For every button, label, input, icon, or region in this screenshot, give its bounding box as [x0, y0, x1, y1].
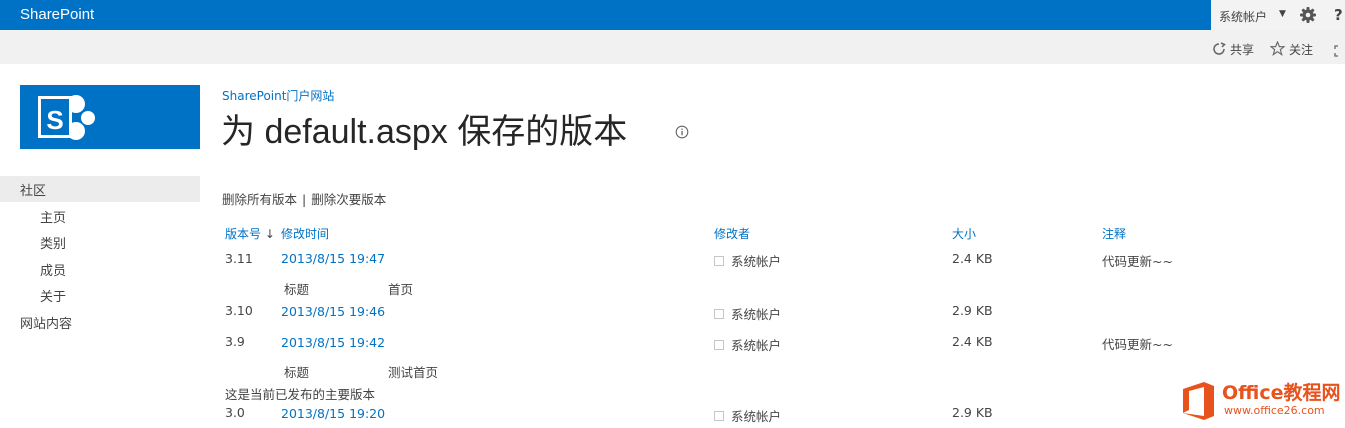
follow-button[interactable]: 关注 — [1270, 41, 1313, 58]
version-modified-link[interactable]: 2013/8/15 19:46 — [281, 304, 385, 319]
column-header-modified-by[interactable]: 修改者 — [714, 225, 750, 242]
presence-icon — [714, 411, 724, 421]
column-header-comments[interactable]: 注释 — [1102, 225, 1126, 242]
column-header-modified[interactable]: 修改时间 — [281, 225, 329, 242]
watermark-title: Office教程网 — [1222, 382, 1341, 404]
follow-label: 关注 — [1289, 43, 1314, 57]
svg-text:S: S — [46, 105, 63, 135]
modified-by-user[interactable]: 系统帐户 — [714, 406, 781, 425]
site-logo[interactable]: S — [20, 85, 200, 149]
changed-field-value: 测试首页 — [388, 365, 439, 380]
user-name: 系统帐户 — [731, 409, 782, 424]
nav-item-members[interactable]: 成员 — [40, 260, 66, 279]
ribbon: 共享 关注 — [0, 30, 1345, 64]
delete-minor-versions-link[interactable]: 删除次要版本 — [311, 192, 386, 207]
user-name: 系统帐户 — [731, 338, 782, 353]
watermark: Office教程网 www.office26.com — [1180, 376, 1345, 428]
nav-item-home[interactable]: 主页 — [40, 207, 66, 226]
version-actions: 删除所有版本 | 删除次要版本 — [222, 189, 386, 208]
star-icon — [1270, 41, 1285, 56]
modified-by-user[interactable]: 系统帐户 — [714, 304, 781, 323]
column-header-version[interactable]: 版本号 ↓ — [225, 225, 275, 242]
page-title: 为 default.aspx 保存的版本 — [221, 113, 628, 151]
presence-icon — [714, 340, 724, 350]
version-comment: 代码更新~~ — [1102, 254, 1173, 269]
user-name: 系统帐户 — [731, 307, 782, 322]
gear-icon[interactable] — [1299, 6, 1317, 28]
watermark-url: www.office26.com — [1224, 404, 1325, 417]
share-label: 共享 — [1230, 43, 1255, 57]
column-header-size[interactable]: 大小 — [952, 225, 976, 242]
version-modified-link[interactable]: 2013/8/15 19:47 — [281, 251, 385, 266]
info-icon[interactable] — [675, 124, 689, 143]
version-size: 2.9 KB — [952, 405, 993, 420]
version-modified-link[interactable]: 2013/8/15 19:42 — [281, 335, 385, 350]
modified-by-user[interactable]: 系统帐户 — [714, 335, 781, 354]
sort-descending-icon: ↓ — [264, 227, 275, 241]
help-icon[interactable]: ? — [1334, 6, 1343, 24]
modified-by-user[interactable]: 系统帐户 — [714, 251, 781, 270]
version-number: 3.11 — [225, 251, 253, 266]
published-version-note: 这是当前已发布的主要版本 — [225, 387, 376, 402]
column-header-label: 版本号 — [225, 227, 262, 241]
version-size: 2.4 KB — [952, 334, 993, 349]
action-separator: | — [302, 192, 307, 207]
brand-link[interactable]: SharePoint — [20, 6, 94, 23]
user-name: 系统帐户 — [731, 254, 782, 269]
version-number: 3.10 — [225, 303, 253, 318]
share-button[interactable]: 共享 — [1212, 41, 1254, 58]
presence-icon — [714, 309, 724, 319]
changed-field-name: 标题 — [284, 365, 310, 380]
site-breadcrumb-link[interactable]: SharePoint门户网站 — [222, 87, 334, 104]
version-modified-link[interactable]: 2013/8/15 19:20 — [281, 406, 385, 421]
nav-item-site-contents[interactable]: 网站内容 — [20, 313, 72, 332]
presence-icon — [714, 256, 724, 266]
nav-item-about[interactable]: 关于 — [40, 286, 66, 305]
share-icon — [1213, 42, 1226, 55]
nav-item-community[interactable]: 社区 — [0, 176, 200, 202]
office-logo-icon — [1183, 382, 1214, 420]
changed-field-name: 标题 — [284, 282, 310, 297]
focus-content-icon[interactable] — [1334, 42, 1345, 61]
changed-field-value: 首页 — [388, 282, 414, 297]
delete-all-versions-link[interactable]: 删除所有版本 — [222, 192, 297, 207]
version-size: 2.4 KB — [952, 251, 993, 266]
nav-item-label: 社区 — [20, 184, 47, 199]
nav-item-categories[interactable]: 类别 — [40, 233, 66, 252]
version-size: 2.9 KB — [952, 303, 993, 318]
version-number: 3.9 — [225, 334, 245, 349]
account-menu[interactable]: 系统帐户 — [1219, 8, 1267, 25]
version-comment: 代码更新~~ — [1102, 337, 1173, 352]
suite-bar-right: 系统帐户 ▼ ? — [1211, 0, 1345, 30]
suite-bar: SharePoint 系统帐户 ▼ ? — [0, 0, 1345, 30]
chevron-down-icon: ▼ — [1279, 9, 1286, 19]
version-number: 3.0 — [225, 405, 245, 420]
